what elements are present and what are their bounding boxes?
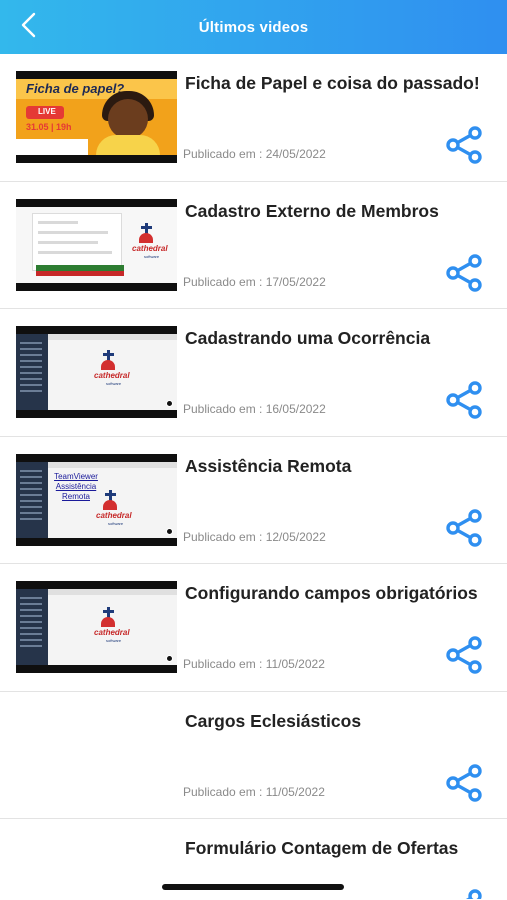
- app-sidebar: [16, 461, 48, 538]
- share-button[interactable]: [444, 379, 486, 421]
- app-sidebar: [16, 589, 48, 665]
- video-date: Publicado em : 24/05/2022: [183, 147, 326, 161]
- video-title[interactable]: Ficha de Papel e coisa do passado!: [185, 72, 495, 94]
- share-icon: [444, 381, 486, 425]
- overlay-text: TeamViewer Assistência Remota: [54, 471, 98, 501]
- video-title[interactable]: Configurando campos obrigatórios: [185, 582, 495, 604]
- video-control-icon: [166, 400, 173, 407]
- chevron-left-icon: [19, 12, 39, 43]
- video-thumbnail[interactable]: Ficha de papel? LIVE 31.05 | 19h: [16, 71, 177, 163]
- share-icon: [444, 763, 486, 808]
- video-list-item[interactable]: Ficha de papel? LIVE 31.05 | 19h Ficha d…: [0, 54, 507, 182]
- video-title[interactable]: Cargos Eclesiásticos: [185, 710, 495, 732]
- share-button[interactable]: [444, 252, 486, 294]
- share-button[interactable]: [444, 507, 486, 549]
- video-title[interactable]: Assistência Remota: [185, 455, 495, 477]
- video-date: Publicado em : 12/05/2022: [183, 529, 326, 544]
- video-title[interactable]: Cadastro Externo de Membros: [185, 200, 495, 222]
- video-list-item[interactable]: cathedral software Cadastro Externo de M…: [0, 182, 507, 309]
- share-icon: [444, 126, 486, 170]
- app-topbar: [48, 461, 177, 468]
- video-control-icon: [166, 527, 173, 535]
- top-app-bar: Últimos videos: [0, 0, 507, 54]
- video-title[interactable]: Formulário Contagem de Ofertas: [185, 837, 495, 859]
- thumbnail-image: cathedral software: [16, 206, 177, 283]
- back-button[interactable]: [12, 10, 46, 44]
- video-thumbnail[interactable]: cathedral software: [16, 581, 177, 673]
- video-date: Publicado em : 16/05/2022: [183, 402, 326, 416]
- video-list-item[interactable]: TeamViewer Assistência Remota cathedral …: [0, 437, 507, 564]
- share-icon: [444, 253, 486, 298]
- thumbnail-strip: [16, 139, 88, 155]
- video-list-item[interactable]: cathedral software Configurando campos o…: [0, 564, 507, 692]
- video-date: Publicado em : 17/05/2022: [183, 274, 326, 289]
- share-button[interactable]: [444, 124, 486, 166]
- person-face: [108, 99, 148, 139]
- share-button[interactable]: [444, 762, 486, 804]
- video-thumbnail[interactable]: TeamViewer Assistência Remota cathedral …: [16, 453, 177, 546]
- thumbnail-image: Ficha de papel? LIVE 31.05 | 19h: [16, 79, 177, 155]
- share-icon: [444, 636, 486, 680]
- video-thumbnail[interactable]: cathedral software: [16, 198, 177, 291]
- app-topbar: [48, 334, 177, 340]
- video-date: Publicado em : 11/05/2022: [183, 784, 325, 799]
- video-list-item[interactable]: cathedral software Cadastrando uma Ocorr…: [0, 309, 507, 437]
- thumbnail-image: cathedral software: [16, 334, 177, 410]
- app-topbar: [48, 589, 177, 595]
- person-shirt: [96, 135, 160, 155]
- video-thumbnail[interactable]: cathedral software: [16, 326, 177, 418]
- form-bar: [36, 270, 124, 276]
- share-button[interactable]: [444, 634, 486, 676]
- home-indicator[interactable]: [162, 884, 344, 890]
- share-icon: [444, 508, 486, 553]
- video-list: Ficha de papel? LIVE 31.05 | 19h Ficha d…: [0, 54, 507, 899]
- thumbnail-heading: Ficha de papel?: [26, 81, 125, 96]
- form-line: [38, 220, 78, 224]
- app-sidebar: [16, 334, 48, 410]
- video-list-item[interactable]: Cargos Eclesiásticos Publicado em : 11/0…: [0, 692, 507, 819]
- video-control-icon: [166, 655, 173, 662]
- video-date: Publicado em : 11/05/2022: [183, 657, 325, 671]
- share-button[interactable]: [444, 887, 486, 899]
- page-title: Últimos videos: [198, 18, 309, 36]
- thumbnail-date: 31.05 | 19h: [26, 122, 72, 132]
- thumbnail-image: cathedral software: [16, 589, 177, 665]
- thumbnail-image: TeamViewer Assistência Remota cathedral …: [16, 461, 177, 538]
- form-line: [38, 250, 112, 254]
- form-line: [38, 230, 108, 234]
- live-badge-label: LIVE: [38, 107, 56, 116]
- form-line: [38, 240, 98, 244]
- video-title[interactable]: Cadastrando uma Ocorrência: [185, 327, 495, 349]
